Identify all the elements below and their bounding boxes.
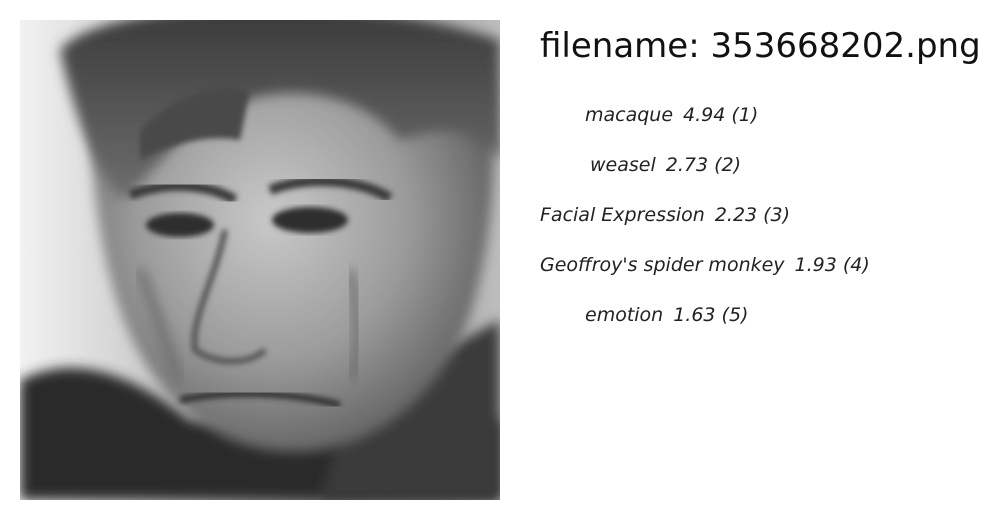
prediction-row-5: emotion 1.63 (5) xyxy=(585,303,748,327)
prediction-label: Geoffroy's spider monkey xyxy=(540,254,785,276)
prediction-rank: (2) xyxy=(714,154,741,176)
portrait-image xyxy=(20,20,500,500)
prediction-row-2: weasel 2.73 (2) xyxy=(590,153,741,177)
prediction-score: 1.63 xyxy=(673,304,716,326)
prediction-rank: (4) xyxy=(842,254,870,276)
prediction-row-1: macaque 4.94 (1) xyxy=(585,103,758,127)
prediction-score: 4.94 xyxy=(683,104,726,126)
prediction-score: 2.73 xyxy=(665,154,709,176)
prediction-row-4: Geoffroy's spider monkey 1.93 (4) xyxy=(540,253,870,277)
prediction-rank: (5) xyxy=(721,304,749,326)
prediction-rank: (1) xyxy=(731,104,759,126)
prediction-label: macaque xyxy=(585,104,674,126)
prediction-label: weasel xyxy=(590,154,656,176)
prediction-label: emotion xyxy=(585,304,664,326)
prediction-score: 2.23 xyxy=(714,204,758,226)
prediction-rank: (3) xyxy=(763,204,791,226)
prediction-score: 1.93 xyxy=(794,254,837,276)
prediction-row-3: Facial Expression 2.23 (3) xyxy=(540,203,790,227)
portrait-photo xyxy=(20,20,500,500)
prediction-label: Facial Expression xyxy=(540,204,705,226)
filename-title: filename: 353668202.png xyxy=(540,26,981,66)
